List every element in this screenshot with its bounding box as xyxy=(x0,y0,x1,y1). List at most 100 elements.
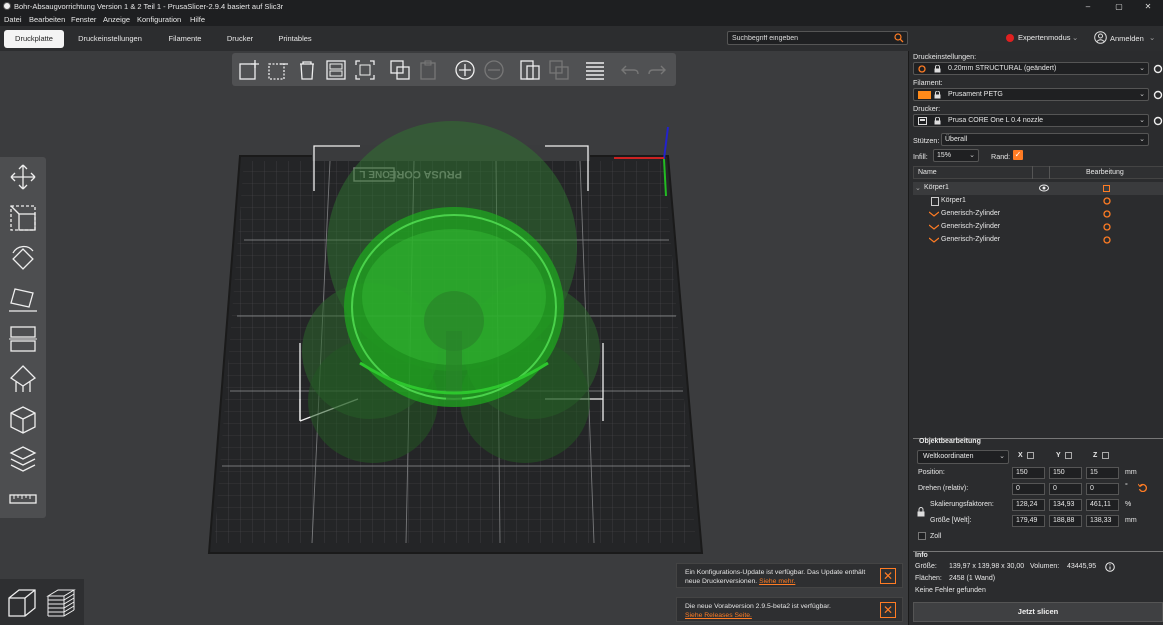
part-row[interactable]: Körper1 xyxy=(913,195,1163,208)
remove-instance-icon[interactable] xyxy=(482,58,506,82)
printer-value: Prusa CORE One L 0.4 nozzle xyxy=(948,117,1044,124)
left-gizmo-toolbar xyxy=(0,157,46,518)
size-label: Größe [Welt]: xyxy=(930,517,972,524)
menu-anzeige[interactable]: Anzeige xyxy=(103,15,130,24)
undo-icon[interactable] xyxy=(618,58,642,82)
print-bed-scene[interactable]: PRUSA CORE ONE L xyxy=(0,51,908,625)
delete-all-icon[interactable] xyxy=(295,58,319,82)
coordinate-system-select[interactable]: Weltkoordinaten ⌄ xyxy=(917,450,1009,464)
tab-druckeinstellungen[interactable]: Druckeinstellungen xyxy=(72,30,148,48)
measure-icon[interactable] xyxy=(7,483,39,515)
edit-preset-gear-icon[interactable] xyxy=(1153,116,1163,126)
arrange-icon[interactable] xyxy=(324,58,348,82)
notification-link[interactable]: Siehe Releases Seite. xyxy=(685,612,752,619)
modifier-row[interactable]: Generisch-Zylinder xyxy=(913,234,1163,247)
scale-icon[interactable] xyxy=(7,202,39,234)
column-name[interactable]: Name xyxy=(918,169,937,176)
close-icon[interactable]: ✕ xyxy=(880,602,896,618)
search-box[interactable] xyxy=(727,31,908,45)
delete-object-icon[interactable] xyxy=(266,58,290,82)
edit-preset-gear-icon[interactable] xyxy=(1153,64,1163,74)
app-icon xyxy=(3,2,11,10)
info-volume-label: Volumen: xyxy=(1030,563,1060,570)
3d-viewport[interactable]: PRUSA CORE ONE L xyxy=(0,51,908,625)
tab-druckplatte[interactable]: Druckplatte xyxy=(4,30,64,48)
tab-printables[interactable]: Printables xyxy=(270,30,320,48)
scale-x-field[interactable]: 128,24 xyxy=(1012,499,1045,511)
seam-painting-icon[interactable] xyxy=(7,403,39,435)
support-painting-icon[interactable] xyxy=(7,363,39,395)
scale-y-field[interactable]: 134,93 xyxy=(1049,499,1082,511)
gear-icon[interactable] xyxy=(1103,210,1111,218)
place-on-face-icon[interactable] xyxy=(7,283,39,315)
chevron-down-icon: ⌄ xyxy=(999,453,1005,460)
position-z-field[interactable]: 15 xyxy=(1086,467,1119,479)
filament-select[interactable]: Prusament PETG ⌄ xyxy=(913,88,1149,101)
info-icon[interactable] xyxy=(1105,562,1115,572)
maximize-button[interactable]: ▢ xyxy=(1104,0,1134,13)
settings-icon[interactable] xyxy=(1103,184,1111,192)
size-x-field[interactable]: 179,49 xyxy=(1012,515,1045,527)
column-edit[interactable]: Bearbeitung xyxy=(1086,169,1124,176)
split-objects-icon[interactable] xyxy=(518,58,542,82)
menu-hilfe[interactable]: Hilfe xyxy=(190,15,205,24)
printer-select[interactable]: Prusa CORE One L 0.4 nozzle ⌄ xyxy=(913,114,1149,127)
add-instance-icon[interactable] xyxy=(453,58,477,82)
notification-link[interactable]: Siehe mehr. xyxy=(759,578,795,585)
position-y-field[interactable]: 150 xyxy=(1049,467,1082,479)
axis-x-label: X xyxy=(1018,452,1023,459)
menu-konfiguration[interactable]: Konfiguration xyxy=(137,15,181,24)
slice-now-button[interactable]: Jetzt slicen xyxy=(913,602,1163,622)
paste-icon[interactable] xyxy=(417,58,441,82)
modifier-row[interactable]: Generisch-Zylinder xyxy=(913,221,1163,234)
redo-icon[interactable] xyxy=(645,58,669,82)
rotate-icon[interactable] xyxy=(7,243,39,275)
infill-select[interactable]: 15% ⌄ xyxy=(933,149,979,162)
add-object-icon[interactable] xyxy=(237,58,261,82)
edit-preset-gear-icon[interactable] xyxy=(1153,90,1163,100)
close-window-button[interactable]: ✕ xyxy=(1133,0,1163,13)
modifier-row[interactable]: Generisch-Zylinder xyxy=(913,208,1163,221)
rotate-z-field[interactable]: 0 xyxy=(1086,483,1119,495)
lock-icon xyxy=(934,65,941,73)
chevron-down-icon: ⌄ xyxy=(1072,33,1079,42)
brim-checkbox[interactable]: ✓ xyxy=(1013,150,1023,160)
object-list: Name Bearbeitung ⌄ Körper1 Körper1 Gener… xyxy=(913,166,1163,431)
tab-filamente[interactable]: Filamente xyxy=(160,30,210,48)
top-toolbar xyxy=(232,53,676,86)
gear-icon[interactable] xyxy=(1103,236,1111,244)
lock-icon[interactable] xyxy=(917,507,925,517)
menu-datei[interactable]: Datei xyxy=(4,15,22,24)
cut-icon[interactable] xyxy=(7,323,39,355)
search-input[interactable] xyxy=(732,33,892,44)
rotate-y-field[interactable]: 0 xyxy=(1049,483,1082,495)
close-icon[interactable]: ✕ xyxy=(880,568,896,584)
copy-icon[interactable] xyxy=(388,58,412,82)
object-row[interactable]: ⌄ Körper1 xyxy=(913,182,1163,195)
preview-icon[interactable] xyxy=(44,586,78,620)
arrange-selection-icon[interactable] xyxy=(353,58,377,82)
menu-fenster[interactable]: Fenster xyxy=(71,15,96,24)
tab-drucker[interactable]: Drucker xyxy=(220,30,260,48)
3d-view-icon[interactable] xyxy=(5,586,39,620)
layer-editing-icon[interactable] xyxy=(583,58,607,82)
chevron-down-icon: ⌄ xyxy=(1139,136,1145,143)
size-z-field[interactable]: 138,33 xyxy=(1086,515,1119,527)
move-icon[interactable] xyxy=(7,161,39,193)
search-icon[interactable] xyxy=(894,33,904,43)
rotate-x-field[interactable]: 0 xyxy=(1012,483,1045,495)
inch-checkbox[interactable] xyxy=(918,532,926,540)
supports-select[interactable]: Überall ⌄ xyxy=(941,133,1149,146)
minimize-button[interactable]: – xyxy=(1073,0,1103,13)
scale-z-field[interactable]: 461,11 xyxy=(1086,499,1119,511)
reset-rotation-icon[interactable] xyxy=(1138,483,1147,492)
eye-icon[interactable] xyxy=(1039,184,1049,192)
gear-icon[interactable] xyxy=(1103,223,1111,231)
menu-bearbeiten[interactable]: Bearbeiten xyxy=(29,15,65,24)
position-x-field[interactable]: 150 xyxy=(1012,467,1045,479)
split-parts-icon[interactable] xyxy=(547,58,571,82)
print-settings-select[interactable]: 0.20mm STRUCTURAL (geändert) ⌄ xyxy=(913,62,1149,75)
multi-material-icon[interactable] xyxy=(7,443,39,475)
gear-icon[interactable] xyxy=(1103,197,1111,205)
size-y-field[interactable]: 188,88 xyxy=(1049,515,1082,527)
